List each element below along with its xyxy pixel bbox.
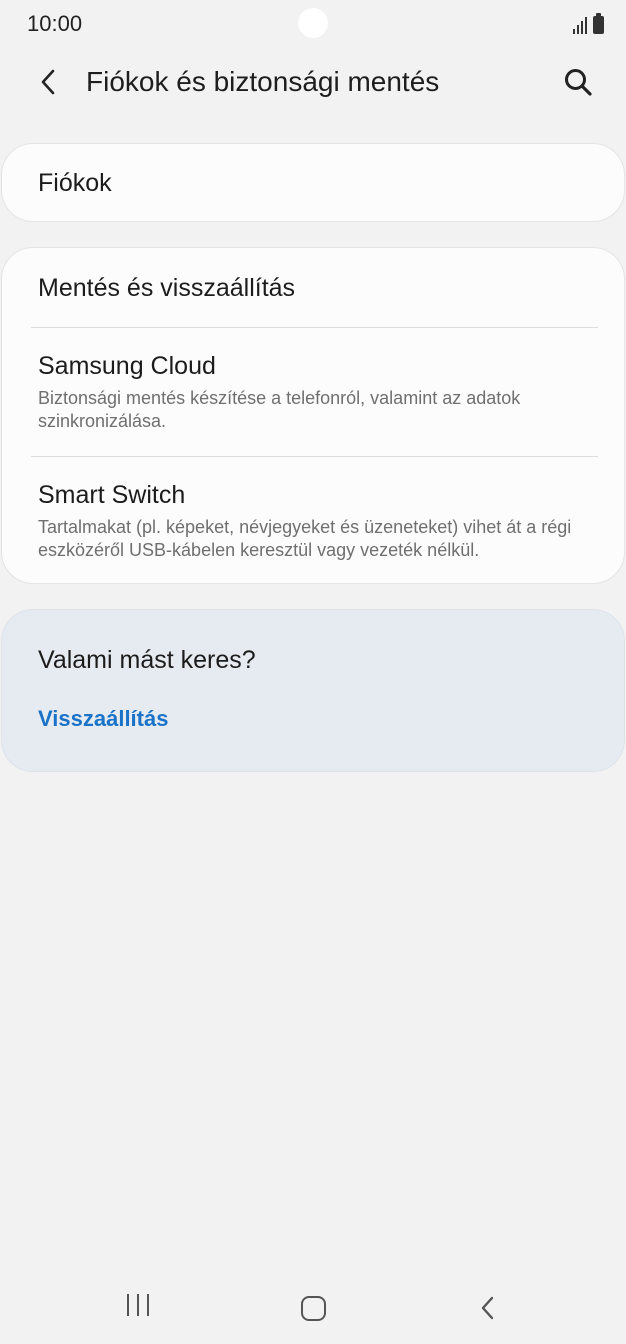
back-button[interactable]: [30, 64, 66, 100]
reset-link[interactable]: Visszaállítás: [38, 706, 168, 732]
suggestion-card: Valami mást keres? Visszaállítás: [1, 609, 625, 772]
backup-card: Mentés és visszaállítás Samsung Cloud Bi…: [1, 247, 625, 584]
smart-switch-title: Smart Switch: [38, 481, 186, 509]
smart-switch-item[interactable]: Smart Switch Tartalmakat (pl. képeket, n…: [2, 457, 624, 583]
chevron-left-icon: [41, 69, 55, 95]
accounts-item[interactable]: Fiókok: [2, 144, 624, 221]
accounts-card: Fiókok: [1, 143, 625, 222]
recents-button[interactable]: [114, 1294, 162, 1322]
samsung-cloud-subtitle: Biztonsági mentés készítése a telefonról…: [38, 388, 521, 431]
nav-back-button[interactable]: [466, 1290, 510, 1326]
battery-icon: [593, 13, 604, 34]
suggestion-title: Valami mást keres?: [38, 646, 256, 674]
recents-icon: [127, 1294, 129, 1316]
backup-restore-title: Mentés és visszaállítás: [38, 274, 296, 302]
samsung-cloud-title: Samsung Cloud: [38, 352, 216, 380]
navigation-bar: [0, 1272, 626, 1344]
samsung-cloud-item[interactable]: Samsung Cloud Biztonsági mentés készítés…: [2, 328, 624, 456]
camera-cutout: [298, 8, 328, 38]
status-time: 10:00: [27, 11, 83, 36]
home-button[interactable]: [290, 1292, 336, 1324]
back-icon: [481, 1296, 494, 1320]
backup-restore-item[interactable]: Mentés és visszaállítás: [2, 248, 624, 327]
search-button[interactable]: [558, 64, 598, 100]
home-icon: [300, 1295, 326, 1321]
accounts-item-title: Fiókok: [38, 169, 112, 197]
smart-switch-subtitle: Tartalmakat (pl. képeket, névjegyeket és…: [38, 517, 572, 560]
page-title: Fiókok és biztonsági mentés: [86, 66, 440, 97]
search-icon: [565, 69, 592, 96]
app-bar: Fiókok és biztonsági mentés: [0, 50, 626, 114]
status-bar: 10:00: [0, 0, 626, 46]
status-icons: [573, 12, 604, 34]
signal-icon: [573, 16, 587, 34]
